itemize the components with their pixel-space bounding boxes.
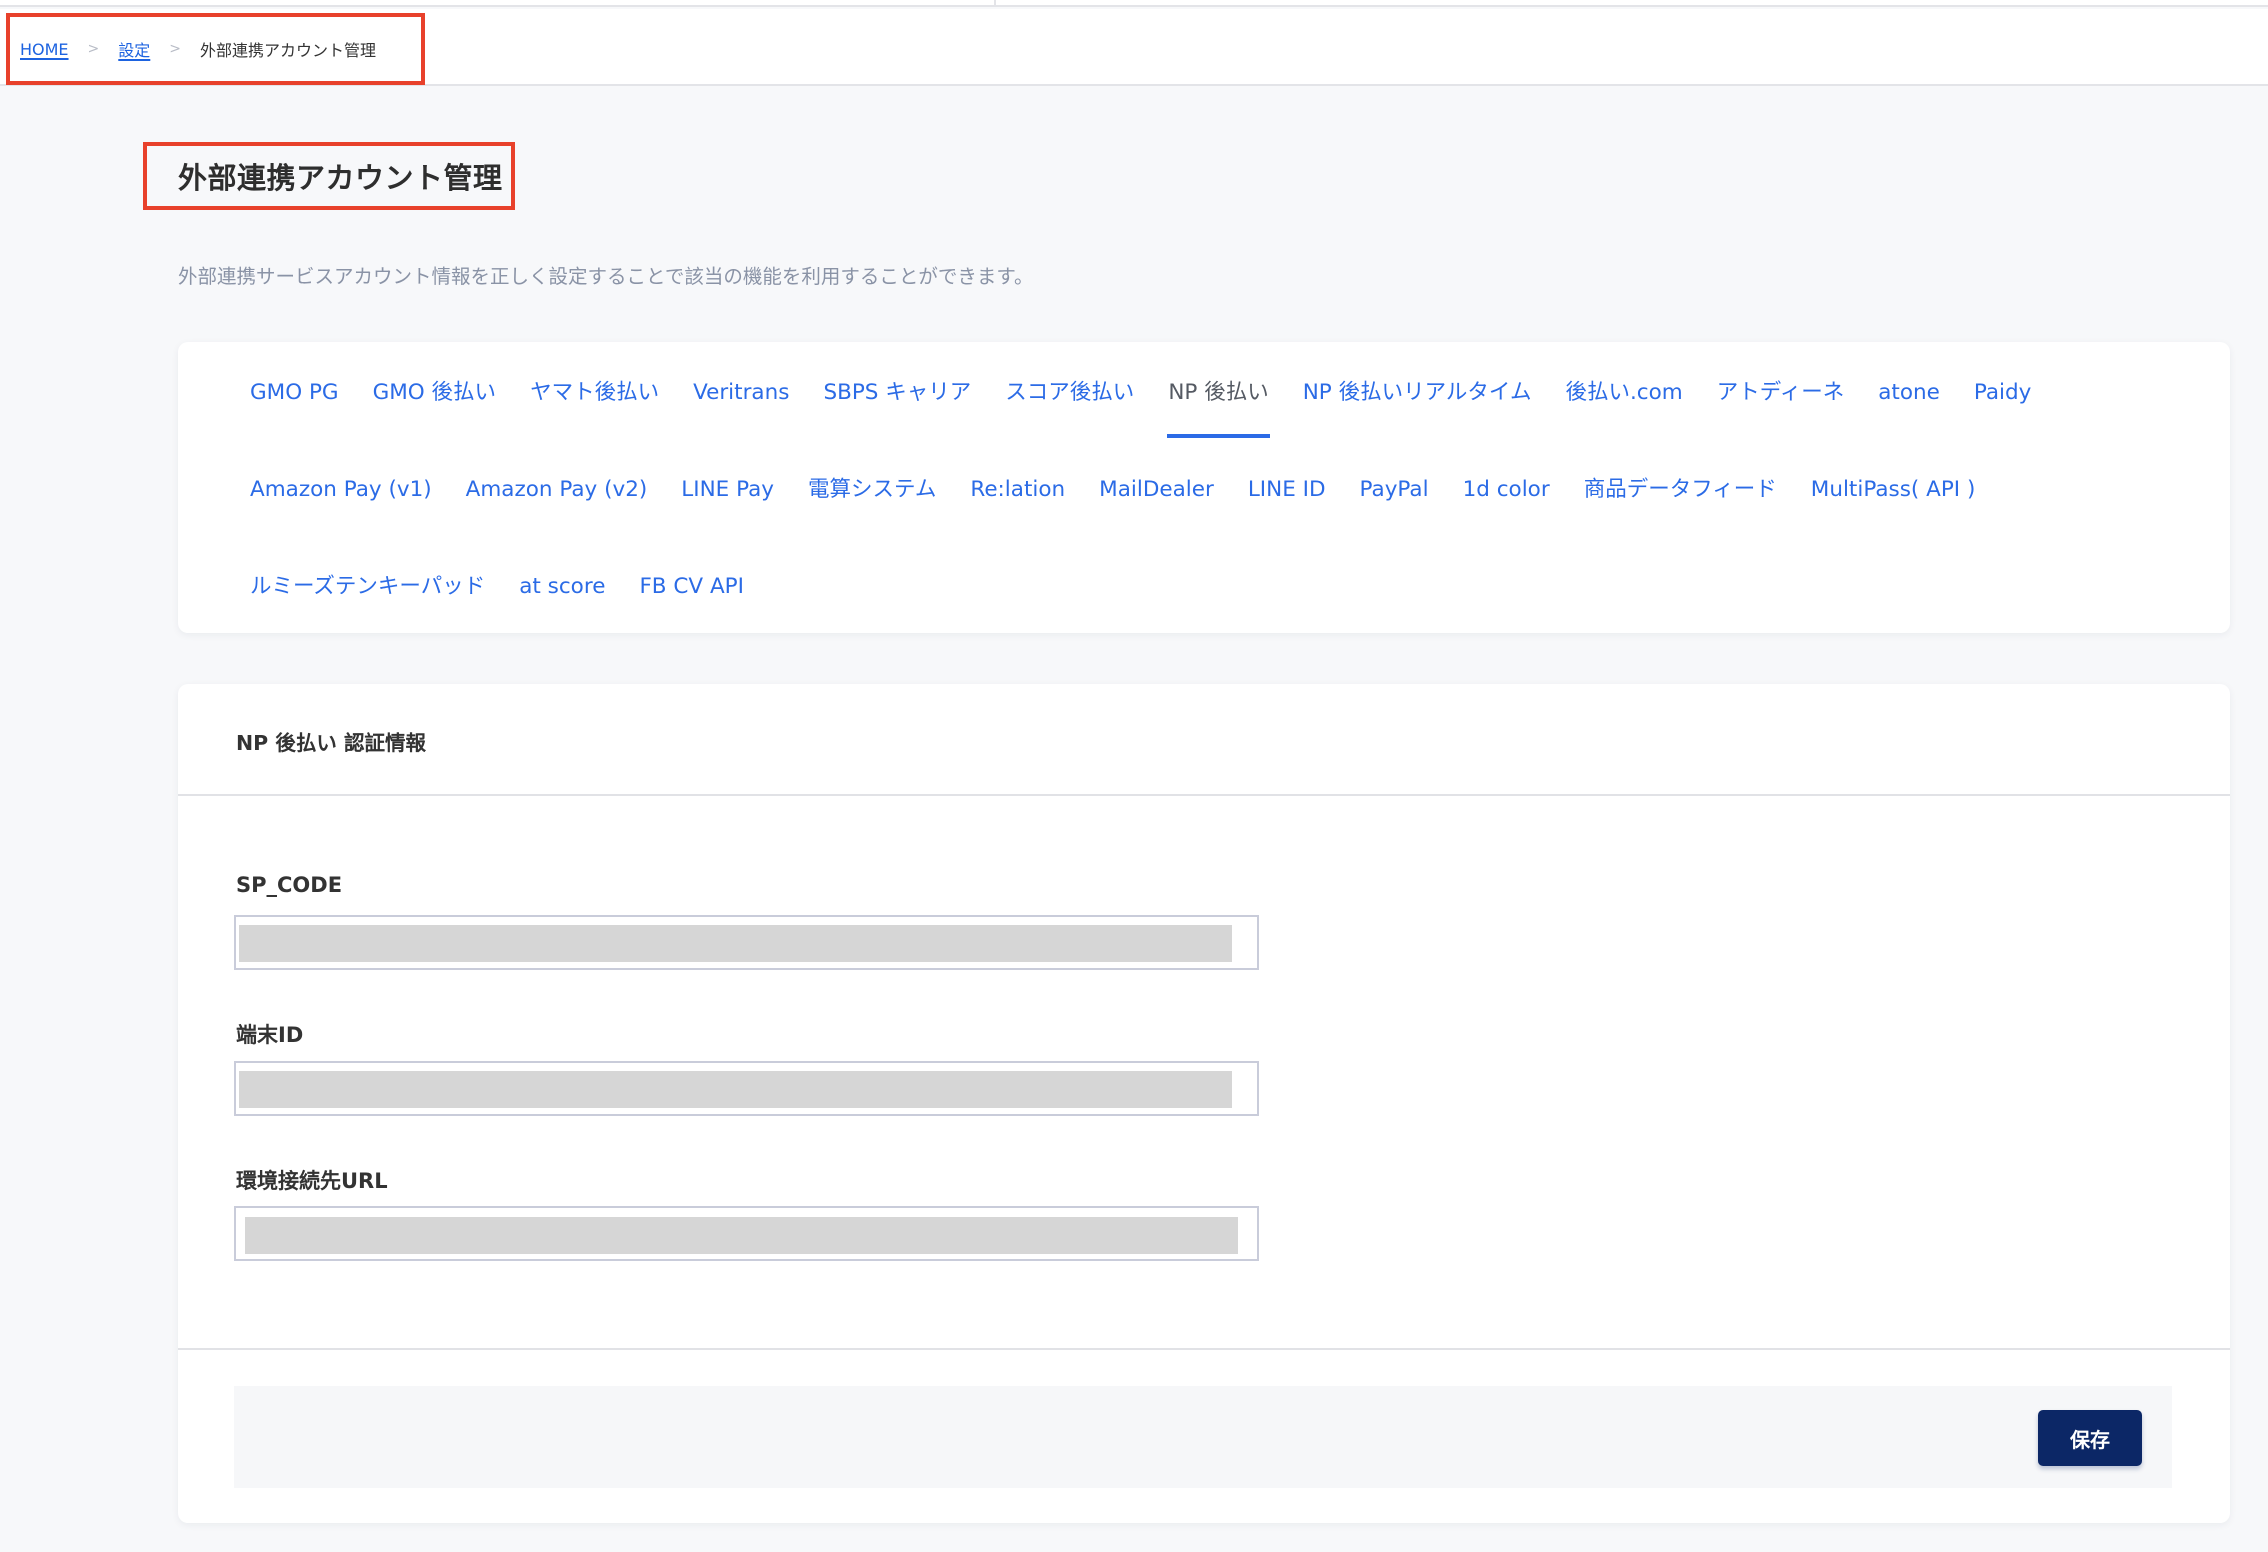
tab-score-atobarai[interactable]: スコア後払い xyxy=(1005,378,1134,408)
tab-gmo-atobarai[interactable]: GMO 後払い xyxy=(373,378,496,408)
tab-amazon-pay-v2[interactable]: Amazon Pay (v2) xyxy=(466,475,648,505)
masked-value xyxy=(239,925,1232,962)
tab-line-id[interactable]: LINE ID xyxy=(1248,475,1326,505)
tab-atone[interactable]: atone xyxy=(1878,378,1940,408)
masked-value xyxy=(239,1071,1232,1108)
breadcrumb: HOME > 設定 > 外部連携アカウント管理 xyxy=(6,13,425,85)
tab-maildealer[interactable]: MailDealer xyxy=(1099,475,1214,505)
tab-product-data-feed[interactable]: 商品データフィード xyxy=(1584,475,1777,505)
page-title-highlight: 外部連携アカウント管理 xyxy=(143,142,515,210)
tab-atodine[interactable]: アトディーネ xyxy=(1717,378,1845,408)
divider xyxy=(178,1348,2230,1350)
tab-yamato-atobarai[interactable]: ヤマト後払い xyxy=(530,378,659,408)
endpoint-url-label: 環境接続先URL xyxy=(236,1169,388,1193)
tab-amazon-pay-v1[interactable]: Amazon Pay (v1) xyxy=(250,475,432,505)
top-strip xyxy=(0,0,2268,7)
tab-multipass-api[interactable]: MultiPass( API ) xyxy=(1811,475,1976,505)
tab-paypal[interactable]: PayPal xyxy=(1360,475,1429,505)
tab-remise-tenkey-pad[interactable]: ルミーズテンキーパッド xyxy=(250,572,485,602)
tab-row: GMO PG GMO 後払い ヤマト後払い Veritrans SBPS キャリ… xyxy=(250,378,2032,438)
tab-relation[interactable]: Re:lation xyxy=(970,475,1065,505)
tab-at-score[interactable]: at score xyxy=(519,572,605,602)
tab-sbps-carrier[interactable]: SBPS キャリア xyxy=(823,378,971,408)
tab-fb-cv-api[interactable]: FB CV API xyxy=(639,572,744,602)
breadcrumb-separator: > xyxy=(87,41,100,57)
endpoint-url-input[interactable] xyxy=(234,1206,1259,1261)
divider xyxy=(178,794,2230,796)
tab-np-atobarai-realtime[interactable]: NP 後払いリアルタイム xyxy=(1303,378,1532,408)
tab-np-atobarai[interactable]: NP 後払い xyxy=(1167,378,1271,438)
tab-1d-color[interactable]: 1d color xyxy=(1463,475,1550,505)
tab-row: ルミーズテンキーパッド at score FB CV API xyxy=(250,572,744,602)
sp-code-label: SP_CODE xyxy=(236,873,343,897)
tab-densan-system[interactable]: 電算システム xyxy=(808,475,936,505)
page-subtitle: 外部連携サービスアカウント情報を正しく設定することで該当の機能を利用することがで… xyxy=(178,265,1034,288)
terminal-id-input[interactable] xyxy=(234,1061,1259,1116)
tab-paidy[interactable]: Paidy xyxy=(1974,378,2032,408)
form-title: NP 後払い 認証情報 xyxy=(236,731,426,755)
save-button[interactable]: 保存 xyxy=(2038,1410,2142,1466)
tab-row: Amazon Pay (v1) Amazon Pay (v2) LINE Pay… xyxy=(250,475,1975,505)
tab-line-pay[interactable]: LINE Pay xyxy=(681,475,774,505)
credentials-form-card: NP 後払い 認証情報 SP_CODE 端末ID 環境接続先URL 保存 xyxy=(178,684,2230,1523)
tab-atobarai-com[interactable]: 後払い.com xyxy=(1565,378,1682,408)
breadcrumb-settings-link[interactable]: 設定 xyxy=(118,37,150,61)
breadcrumb-current: 外部連携アカウント管理 xyxy=(200,41,377,60)
tab-veritrans[interactable]: Veritrans xyxy=(693,378,789,408)
breadcrumb-home-link[interactable]: HOME xyxy=(20,40,69,59)
form-footer: 保存 xyxy=(234,1386,2172,1488)
masked-value xyxy=(245,1217,1238,1254)
service-tabs-card: GMO PG GMO 後払い ヤマト後払い Veritrans SBPS キャリ… xyxy=(178,342,2230,633)
header-bar: HOME > 設定 > 外部連携アカウント管理 xyxy=(0,9,2268,86)
page-title: 外部連携アカウント管理 xyxy=(178,161,503,195)
top-strip-divider xyxy=(994,0,996,7)
terminal-id-label: 端末ID xyxy=(236,1023,304,1047)
sp-code-input[interactable] xyxy=(234,915,1259,970)
tab-gmo-pg[interactable]: GMO PG xyxy=(250,378,339,408)
breadcrumb-separator: > xyxy=(169,41,182,57)
